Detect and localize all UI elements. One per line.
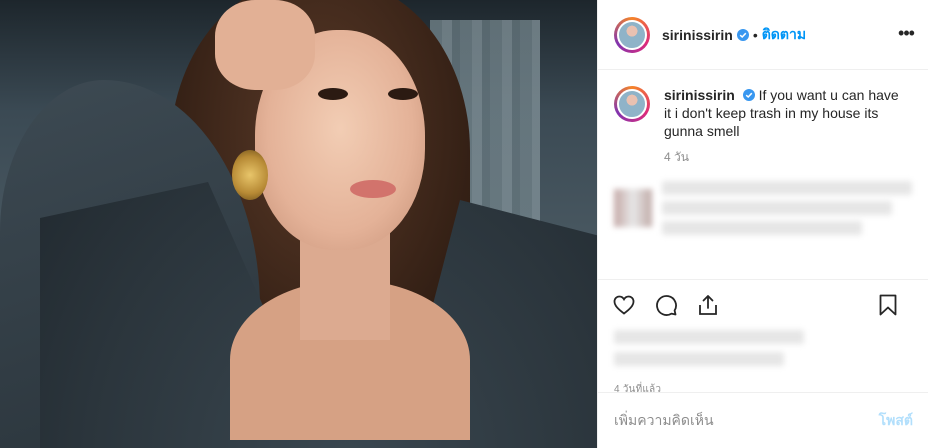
- share-button[interactable]: [694, 291, 722, 319]
- follow-button[interactable]: ติดตาม: [762, 24, 806, 46]
- avatar[interactable]: [614, 16, 650, 53]
- post-photo[interactable]: [0, 0, 597, 448]
- add-comment-bar: เพิ่มความคิดเห็น โพสต์: [598, 392, 928, 448]
- instagram-post: sirinissirin • ติดตาม ••• sirinissirin I…: [0, 0, 928, 448]
- photo-hand: [215, 0, 315, 90]
- blurred-comment: [614, 181, 912, 235]
- photo-eye: [318, 88, 348, 100]
- more-options-icon[interactable]: •••: [896, 24, 916, 44]
- save-button[interactable]: [874, 291, 902, 319]
- post-sidebar: sirinissirin • ติดตาม ••• sirinissirin I…: [597, 0, 928, 448]
- header-username[interactable]: sirinissirin: [662, 27, 733, 43]
- photo-eye: [388, 88, 418, 100]
- caption-avatar[interactable]: [614, 86, 650, 122]
- post-header: sirinissirin • ติดตาม •••: [598, 0, 928, 70]
- heart-icon: [613, 295, 635, 315]
- caption: sirinissirin If you want u can have it i…: [614, 86, 912, 140]
- blurred-avatar: [614, 189, 652, 227]
- caption-time: 4 วัน: [664, 150, 689, 164]
- post-comment-button[interactable]: โพสต์: [879, 410, 913, 432]
- photo-lips: [350, 180, 396, 198]
- verified-badge-icon: [742, 89, 755, 101]
- action-bar: [598, 280, 928, 330]
- comment-input[interactable]: เพิ่มความคิดเห็น: [614, 410, 714, 432]
- verified-badge-icon: [736, 28, 749, 41]
- blurred-likes: [598, 330, 928, 376]
- comment-button[interactable]: [652, 291, 680, 319]
- caption-username[interactable]: sirinissirin: [664, 87, 735, 103]
- header-separator: •: [752, 26, 758, 43]
- photo-earring: [232, 150, 268, 200]
- blurred-comment-lines: [662, 181, 912, 235]
- comment-icon: [656, 295, 677, 316]
- bookmark-icon: [879, 294, 897, 316]
- caption-text-block: sirinissirin If you want u can have it i…: [664, 86, 904, 140]
- like-button[interactable]: [610, 291, 638, 319]
- comments-section: sirinissirin If you want u can have it i…: [598, 70, 928, 280]
- share-icon: [699, 295, 717, 315]
